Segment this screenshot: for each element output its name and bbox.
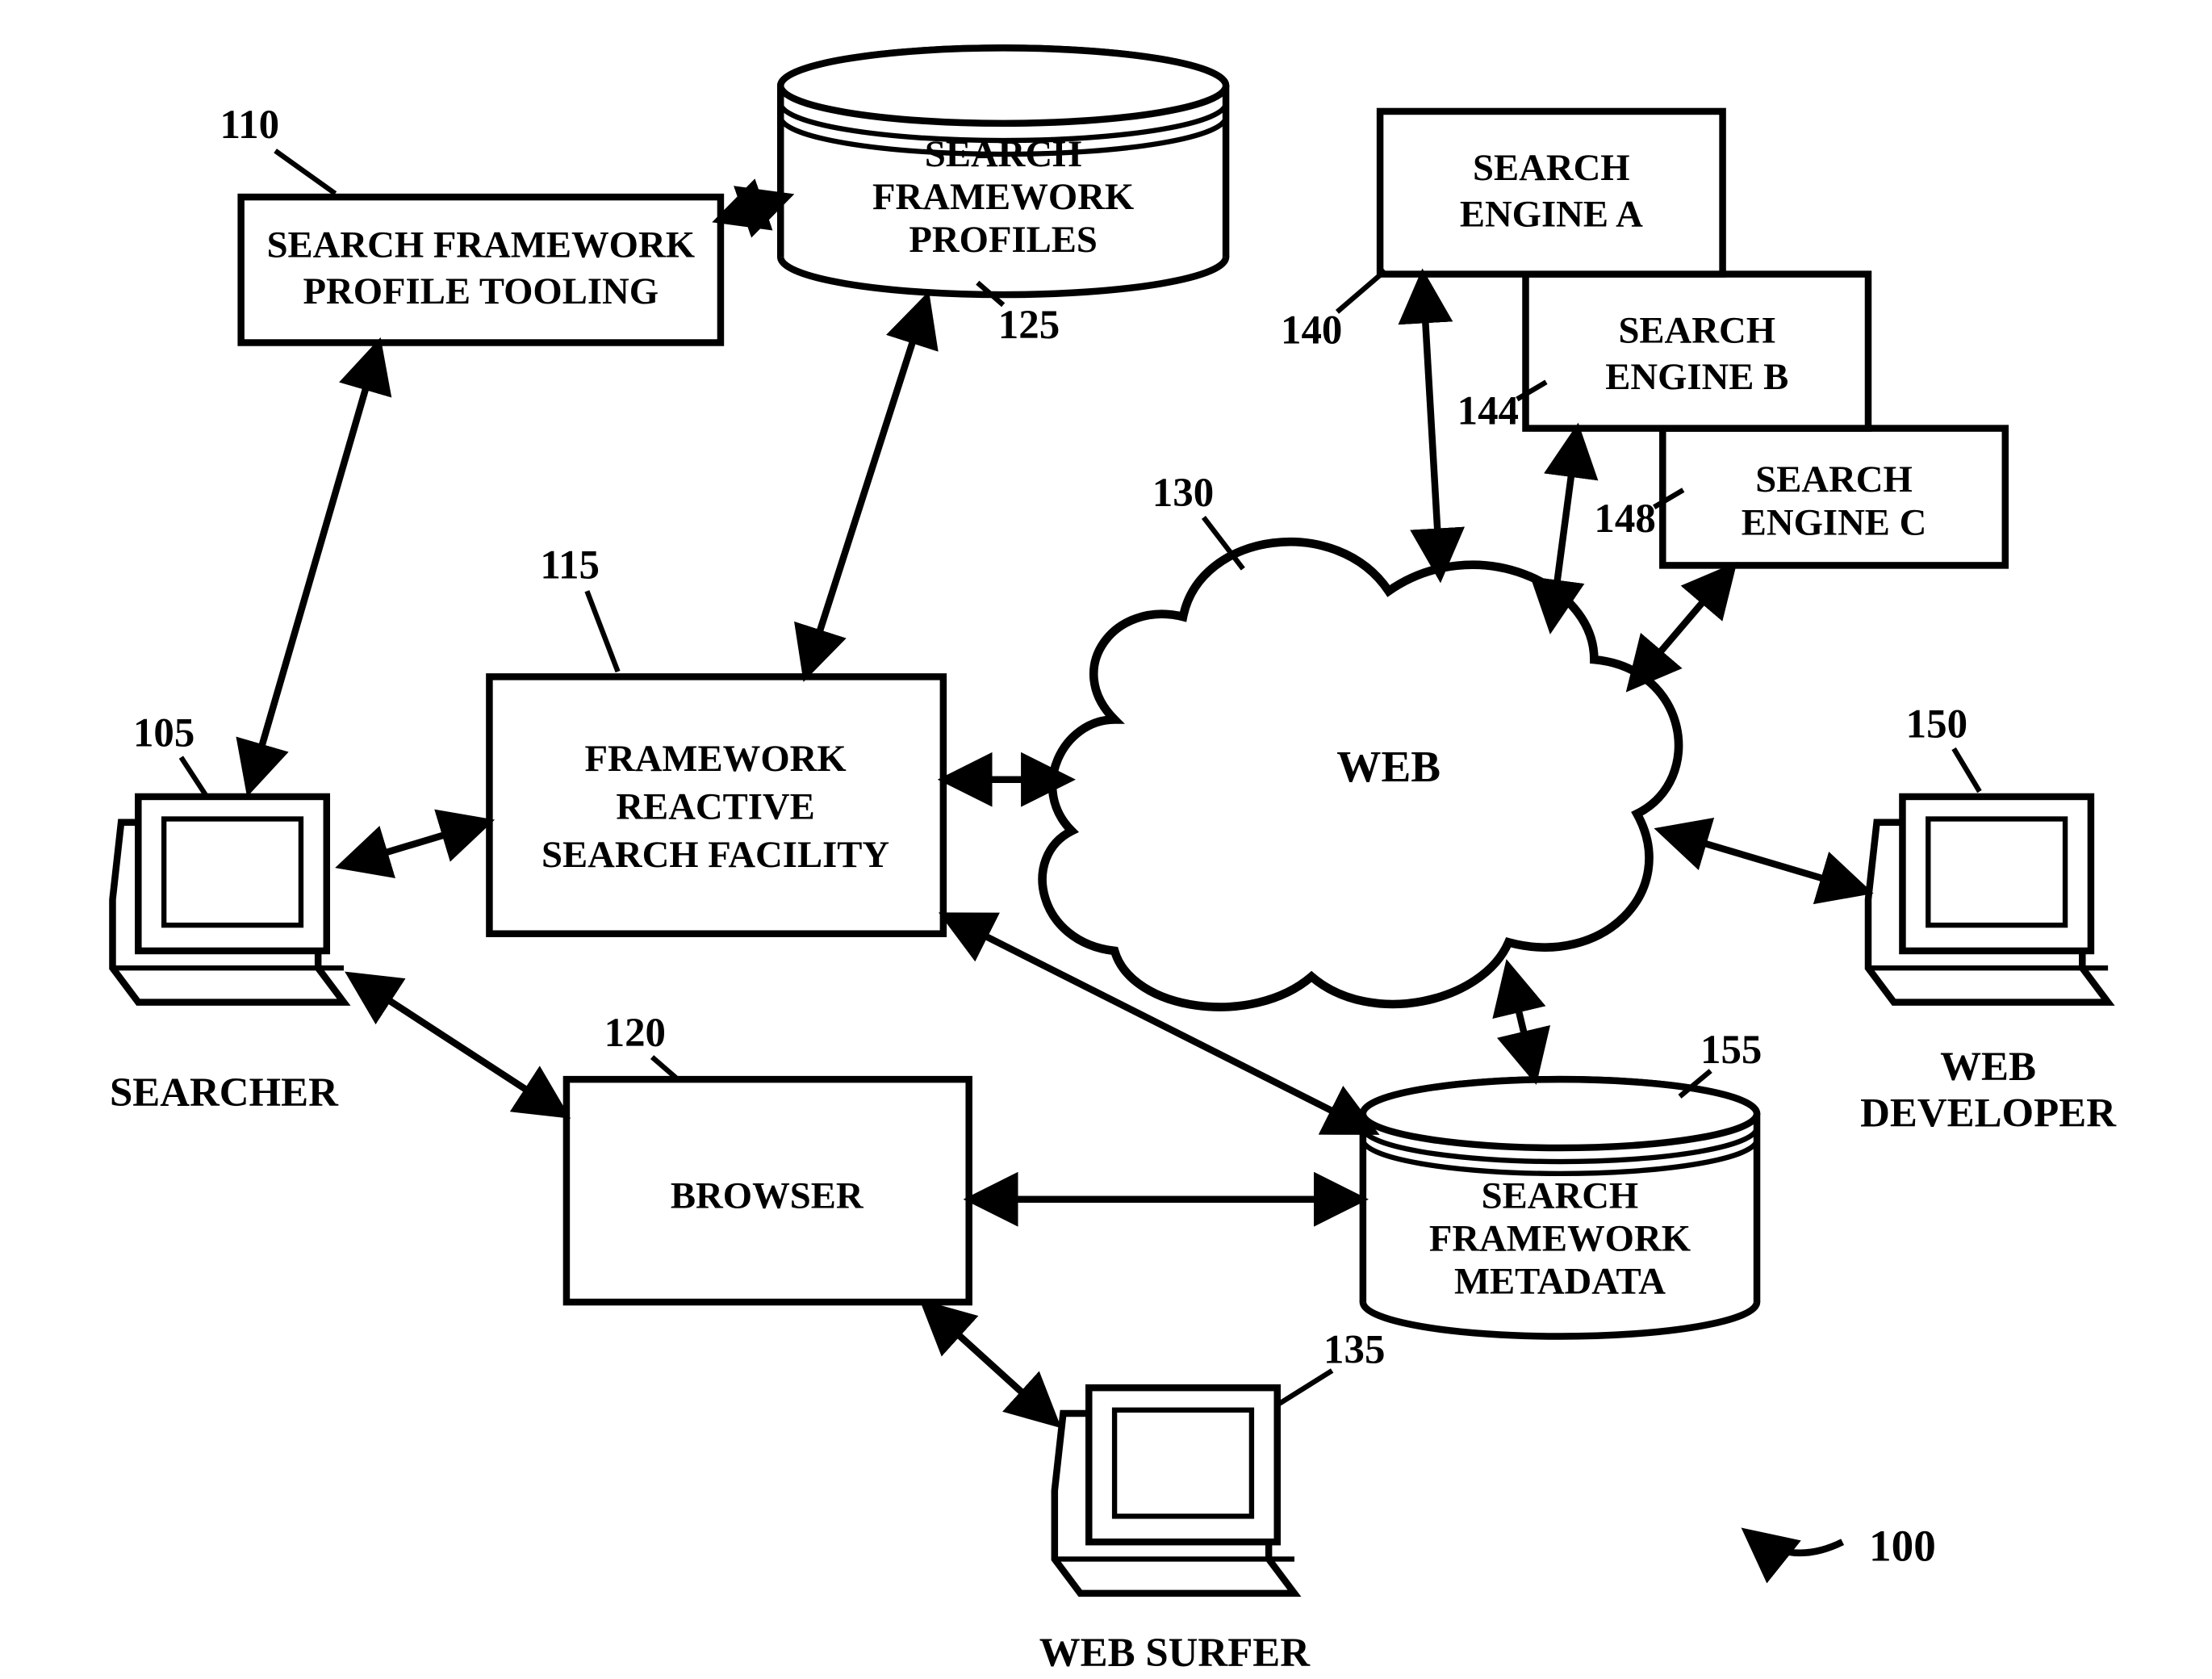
developer-caption-2: DEVELOPER	[1860, 1091, 2117, 1137]
reactive-label-3: SEARCH FACILITY	[542, 834, 889, 876]
edge-web-metadata	[1508, 968, 1534, 1076]
node-web-developer: WEB DEVELOPER 150	[1860, 702, 2117, 1137]
metadata-label-3: METADATA	[1454, 1261, 1666, 1303]
edge-profiles-facility	[806, 299, 926, 673]
ref-115: 115	[540, 542, 600, 588]
edge-web-developer	[1662, 831, 1864, 890]
ref-125: 125	[998, 303, 1060, 348]
web-surfer-caption: WEB SURFER	[1039, 1631, 1311, 1676]
engine-c-label-1: SEARCH	[1755, 458, 1913, 500]
reactive-label-1: FRAMEWORK	[584, 738, 846, 780]
ref-148: 148	[1594, 496, 1655, 542]
profiles-label-3: PROFILES	[909, 219, 1097, 261]
edge-web-engine-a	[1423, 278, 1440, 574]
node-profile-tooling: SEARCH FRAMEWORK PROFILE TOOLING 110	[220, 103, 720, 343]
ref-110: 110	[220, 103, 279, 148]
node-engine-c: SEARCH ENGINE C 148	[1594, 429, 2005, 566]
engine-b-label-1: SEARCH	[1618, 310, 1775, 352]
web-label: WEB	[1336, 742, 1441, 791]
ref-155: 155	[1700, 1028, 1762, 1073]
engine-a-label-2: ENGINE A	[1460, 193, 1643, 235]
node-searcher: SEARCHER 105	[110, 710, 344, 1116]
profile-tooling-label-1: SEARCH FRAMEWORK	[267, 224, 695, 266]
node-metadata-db: SEARCH FRAMEWORK METADATA 155	[1363, 1028, 1762, 1337]
metadata-label-1: SEARCH	[1482, 1174, 1639, 1216]
searcher-caption: SEARCHER	[110, 1070, 339, 1116]
edge-tooling-profiles	[721, 197, 786, 220]
ref-150: 150	[1906, 702, 1967, 747]
node-reactive-facility: FRAMEWORK REACTIVE SEARCH FACILITY 115	[489, 542, 943, 933]
engine-a-label-1: SEARCH	[1473, 147, 1630, 189]
edge-browser-surfer	[926, 1305, 1055, 1421]
edge-tooling-searcher	[249, 346, 378, 789]
profiles-label-2: FRAMEWORK	[872, 176, 1134, 218]
browser-label: BROWSER	[671, 1174, 864, 1216]
ref-140: 140	[1281, 308, 1342, 354]
developer-caption-1: WEB	[1940, 1045, 2036, 1090]
edge-web-engine-c	[1632, 569, 1731, 685]
ref-120: 120	[604, 1011, 666, 1056]
reactive-label-2: REACTIVE	[616, 786, 814, 828]
diagram-canvas: SEARCH FRAMEWORK PROFILE TOOLING 110 SEA…	[0, 0, 2212, 1679]
profile-tooling-label-2: PROFILE TOOLING	[303, 270, 659, 312]
ref-144: 144	[1457, 388, 1519, 433]
ref-105: 105	[133, 710, 194, 756]
edge-searcher-browser	[353, 977, 563, 1114]
node-profiles-db: SEARCH FRAMEWORK PROFILES 125	[780, 48, 1226, 348]
metadata-label-2: FRAMEWORK	[1429, 1217, 1691, 1259]
ref-100: 100	[1869, 1521, 1936, 1570]
node-browser: BROWSER 120	[567, 1011, 969, 1302]
edge-searcher-facility	[344, 823, 486, 865]
profiles-label-1: SEARCH	[925, 133, 1082, 175]
node-engine-b: SEARCH ENGINE B 144	[1457, 274, 1868, 434]
ref-130: 130	[1152, 471, 1214, 516]
node-web-cloud: WEB 130	[1043, 471, 1679, 1007]
figure-ref: 100	[1748, 1521, 1935, 1570]
ref-135: 135	[1323, 1327, 1385, 1372]
engine-c-label-2: ENGINE C	[1742, 501, 1927, 543]
node-web-surfer: WEB SURFER 135	[1039, 1327, 1386, 1676]
engine-b-label-2: ENGINE B	[1605, 356, 1788, 398]
